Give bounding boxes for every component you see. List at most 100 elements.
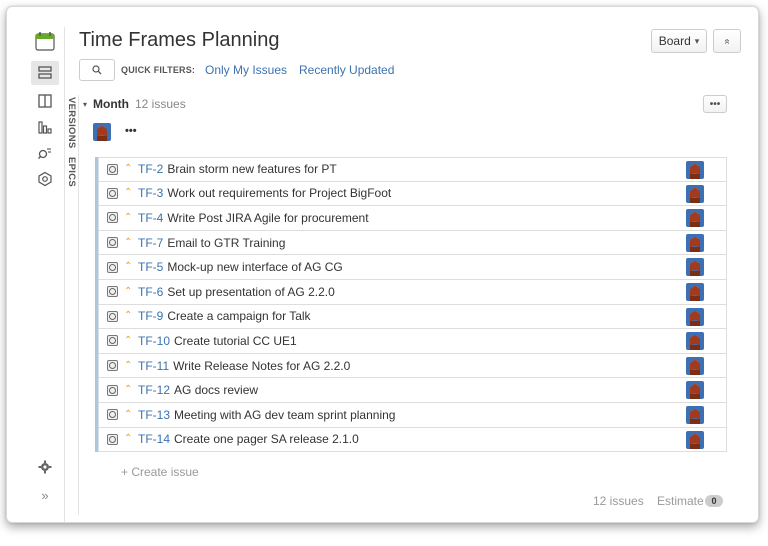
issue-summary: Meeting with AG dev team sprint planning <box>174 407 396 422</box>
task-type-icon <box>107 212 118 224</box>
issue-key[interactable]: TF-2 <box>138 162 163 176</box>
sprint-header[interactable]: ▾ Month 12 issues <box>83 97 186 111</box>
task-type-icon <box>107 384 118 396</box>
issue-key[interactable]: TF-9 <box>138 309 163 323</box>
avatar <box>686 282 704 301</box>
issue-summary: Work out requirements for Project BigFoo… <box>167 186 392 201</box>
sidebar-rail: » <box>27 27 65 522</box>
task-type-icon <box>107 261 118 273</box>
expand-sidebar-icon[interactable]: » <box>31 483 59 507</box>
footer-issue-count: 12 issues <box>593 494 644 508</box>
avatar <box>93 123 111 141</box>
avatar <box>686 184 704 203</box>
estimate-badge: 0 <box>705 495 723 507</box>
priority-icon: ⌃ <box>124 187 133 199</box>
priority-icon: ⌃ <box>124 359 133 371</box>
chevron-down-icon: ▾ <box>694 35 700 46</box>
issue-key[interactable]: TF-12 <box>138 383 170 397</box>
priority-icon: ⌃ <box>124 211 133 223</box>
table-row[interactable]: ⌃ TF-12 AG docs review <box>98 378 727 403</box>
issue-key[interactable]: TF-14 <box>138 432 170 446</box>
search-icon <box>92 65 102 75</box>
issue-key[interactable]: TF-11 <box>138 359 169 373</box>
table-row[interactable]: ⌃ TF-13 Meeting with AG dev team sprint pl… <box>98 402 727 428</box>
issue-summary: Email to GTR Training <box>167 235 286 250</box>
issue-summary: Write Release Notes for AG 2.2.0 <box>173 358 351 373</box>
board-columns-icon[interactable] <box>31 89 59 113</box>
priority-icon: ⌃ <box>124 285 133 297</box>
table-row[interactable]: ⌃ TF-4 Write Post JIRA Agile for procureme… <box>98 206 727 231</box>
task-type-icon <box>107 409 118 421</box>
assignee-name: ••• <box>125 125 137 137</box>
task-type-icon <box>107 286 118 298</box>
create-issue-button[interactable]: + Create issue <box>121 465 199 479</box>
issue-key[interactable]: TF-6 <box>138 285 163 299</box>
components-icon[interactable] <box>31 167 59 191</box>
table-row[interactable]: ⌃ TF-14 Create one pager SA release 2.1.0 <box>98 427 727 453</box>
table-row[interactable]: ⌃ TF-9 Create a campaign for Talk <box>98 304 727 330</box>
priority-icon: ⌃ <box>124 163 133 175</box>
avatar <box>686 381 704 400</box>
board-dropdown-button[interactable]: Board ▾ <box>651 29 707 53</box>
issue-key[interactable]: TF-7 <box>138 236 163 250</box>
priority-icon: ⌃ <box>124 433 133 445</box>
issue-summary: Create one pager SA release 2.1.0 <box>174 432 359 447</box>
task-type-icon <box>107 433 118 445</box>
sprint-more-actions-button[interactable]: ••• <box>703 95 727 113</box>
estimate-label: Estimate <box>657 494 704 508</box>
page-title: Time Frames Planning <box>79 29 280 51</box>
priority-icon: ⌃ <box>124 261 133 273</box>
reports-icon[interactable] <box>31 115 59 139</box>
avatar <box>686 430 704 449</box>
task-type-icon <box>107 310 118 322</box>
issue-key[interactable]: TF-10 <box>138 334 170 348</box>
avatar <box>686 356 704 375</box>
issue-summary: AG docs review <box>174 383 259 398</box>
search-filter-button[interactable] <box>79 59 115 81</box>
priority-icon: ⌃ <box>124 408 133 420</box>
avatar <box>686 332 704 351</box>
table-row[interactable]: ⌃ TF-5 Mock-up new interface of AG CG <box>98 255 727 280</box>
avatar <box>686 161 704 179</box>
issue-key[interactable]: TF-3 <box>138 186 163 200</box>
filter-only-my-issues[interactable]: Only My Issues <box>205 63 287 77</box>
task-type-icon <box>107 335 118 347</box>
priority-icon: ⌃ <box>124 310 133 322</box>
priority-icon: ⌃ <box>124 384 133 396</box>
issue-summary: Mock-up new interface of AG CG <box>167 260 343 275</box>
issue-summary: Create a campaign for Talk <box>167 309 311 324</box>
issue-summary: Write Post JIRA Agile for procurement <box>167 210 369 225</box>
issue-key[interactable]: TF-5 <box>138 260 163 274</box>
search-issues-icon[interactable] <box>31 141 59 165</box>
task-type-icon <box>107 163 118 175</box>
table-row[interactable]: ⌃ TF-11 Write Release Notes for AG 2.2.0 <box>98 353 727 379</box>
backlog-icon[interactable] <box>31 61 59 85</box>
filter-recently-updated[interactable]: Recently Updated <box>299 63 394 77</box>
avatar <box>686 307 704 326</box>
avatar <box>686 233 704 252</box>
priority-icon: ⌃ <box>124 334 133 346</box>
issue-summary: Create tutorial CC UE1 <box>174 333 297 348</box>
task-type-icon <box>107 237 118 249</box>
issue-summary: Brain storm new features for PT <box>167 162 337 177</box>
task-type-icon <box>107 187 118 199</box>
calendar-app-icon[interactable] <box>31 29 59 53</box>
side-tabs: VERSIONS EPICS <box>63 95 79 515</box>
sprint-name: Month <box>93 97 129 111</box>
table-row[interactable]: ⌃ TF-6 Set up presentation of AG 2.2.0 <box>98 279 727 305</box>
table-row[interactable]: ⌃ TF-2 Brain storm new features for PT <box>98 157 727 182</box>
board-button-label: Board <box>658 34 691 48</box>
quick-filters-label: QUICK FILTERS: <box>121 65 196 75</box>
issue-list: ⌃ TF-2 Brain storm new features for PT ⌃ TF-… <box>95 157 727 453</box>
table-row[interactable]: ⌃ TF-3 Work out requirements for Project B… <box>98 181 727 207</box>
chevron-down-icon: ▾ <box>83 99 88 109</box>
issue-key[interactable]: TF-4 <box>138 211 163 225</box>
task-type-icon <box>107 360 118 372</box>
settings-gear-icon[interactable] <box>31 455 59 479</box>
collapse-icon: « <box>721 38 733 44</box>
collapse-header-button[interactable]: « <box>713 29 741 53</box>
issue-key[interactable]: TF-13 <box>138 408 170 422</box>
app-window: » VERSIONS EPICS Time Frames Planning Bo… <box>6 6 759 523</box>
table-row[interactable]: ⌃ TF-7 Email to GTR Training <box>98 230 727 256</box>
table-row[interactable]: ⌃ TF-10 Create tutorial CC UE1 <box>98 329 727 354</box>
